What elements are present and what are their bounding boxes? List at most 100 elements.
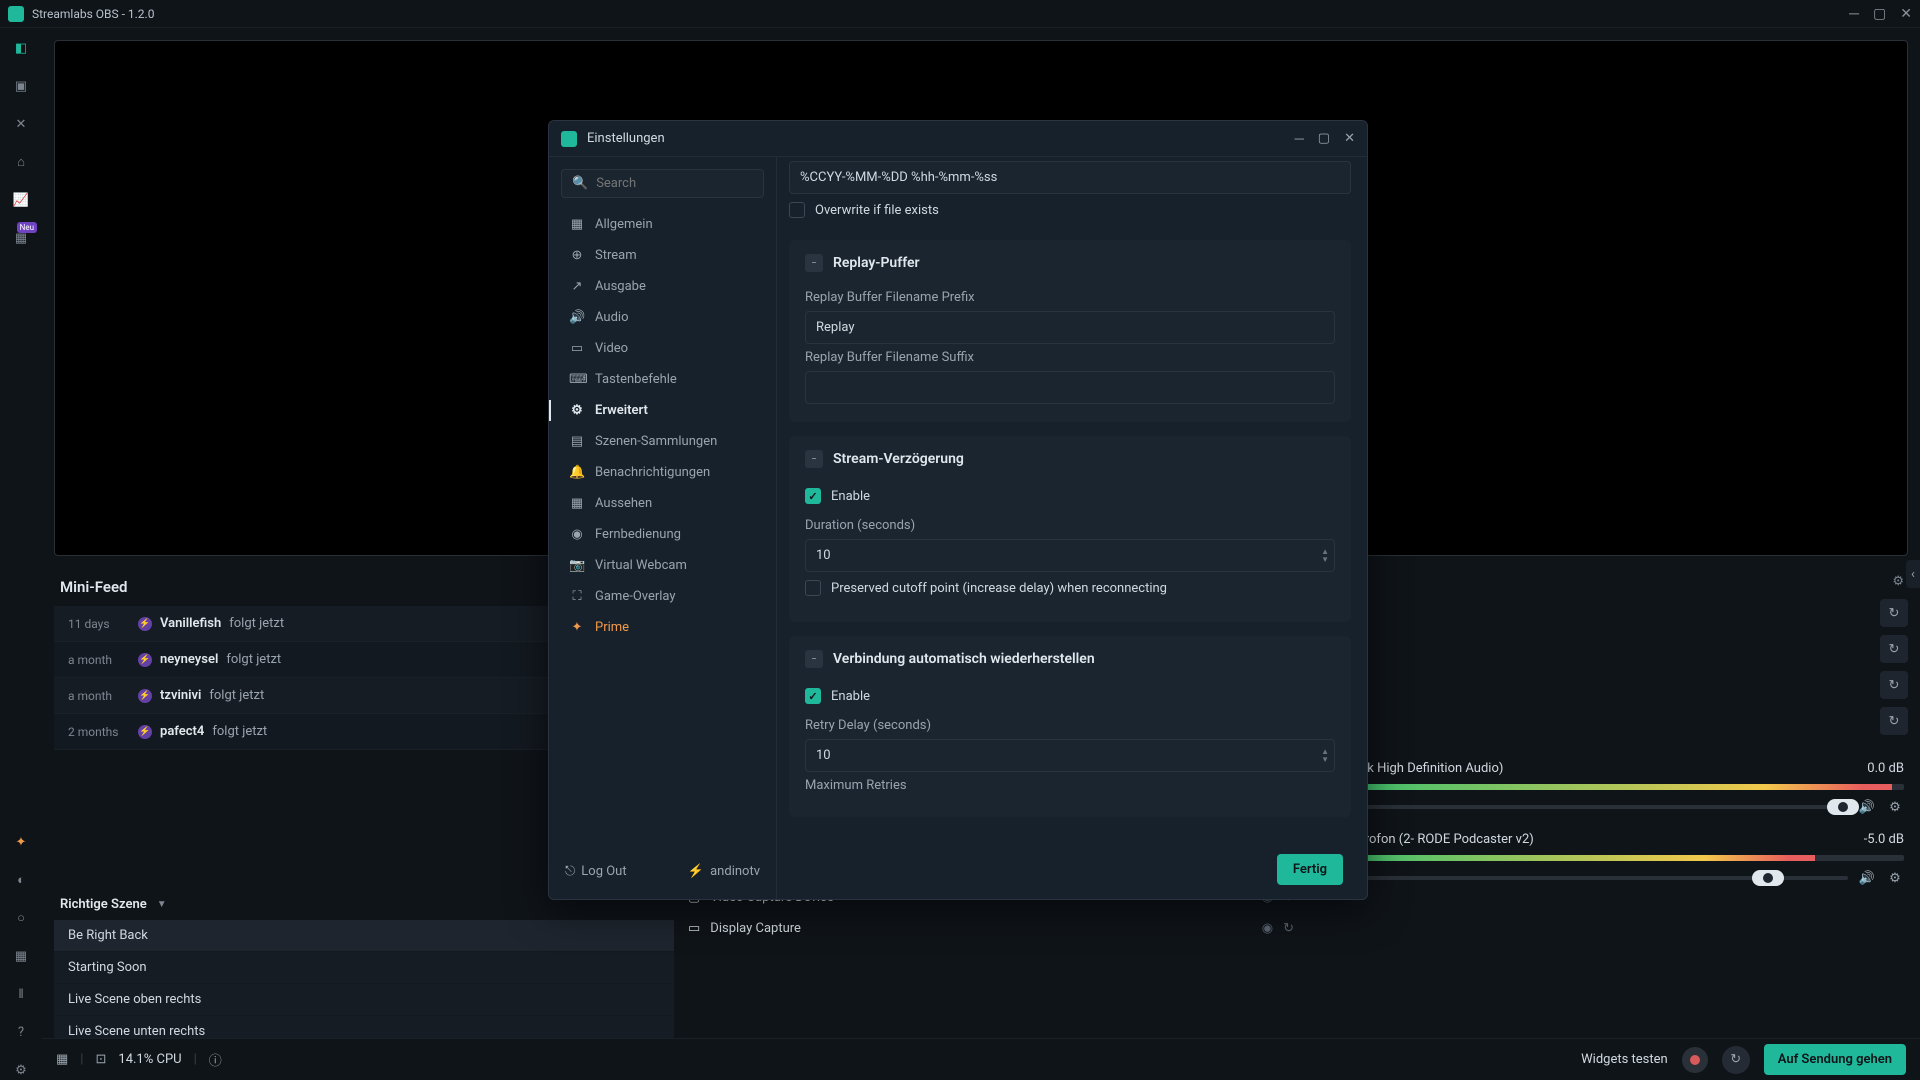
search-input[interactable] <box>596 176 762 191</box>
modal-minimize-button[interactable]: ─ <box>1295 131 1304 147</box>
nav-output[interactable]: ↗Ausgabe <box>561 272 764 301</box>
left-toolbar: ◧ ▣ ✕ ⌂ 📈 ▦Neu ✦ ◐ ○ ▦ ‖ ? ⚙ <box>0 28 42 1080</box>
duration-input[interactable] <box>805 539 1335 572</box>
scenes-title: Richtige Szene <box>60 897 147 912</box>
output-icon: ↗ <box>569 279 585 294</box>
modal-close-button[interactable]: ✕ <box>1344 131 1355 147</box>
prime-icon[interactable]: ✦ <box>11 832 31 852</box>
nav-remote[interactable]: ◉Fernbedienung <box>561 520 764 549</box>
replay-button[interactable]: ↻ <box>1722 1046 1750 1074</box>
twitch-badge-icon: ⚡ <box>688 864 704 879</box>
number-spinner[interactable]: ▲▼ <box>1321 748 1329 764</box>
volume-slider[interactable] <box>1312 876 1848 880</box>
section-collapse-button[interactable]: − <box>805 254 823 272</box>
overwrite-checkbox[interactable] <box>789 202 805 218</box>
replay-suffix-input[interactable] <box>805 371 1335 404</box>
remote-icon: ◉ <box>569 527 585 542</box>
source-item[interactable]: ▭ Display Capture ◉↻ <box>674 913 1308 944</box>
stats-icon[interactable]: ▦ <box>56 1052 68 1067</box>
mute-icon[interactable]: 🔊 <box>1858 798 1876 816</box>
webcam-icon: 📷 <box>569 558 585 573</box>
scene-item[interactable]: Be Right Back <box>54 920 674 952</box>
nav-audio[interactable]: 🔊Audio <box>561 303 764 332</box>
keyboard-icon: ⌨ <box>569 372 585 387</box>
number-spinner[interactable]: ▲▼ <box>1321 548 1329 564</box>
settings-content[interactable]: Overwrite if file exists − Replay-Puffer… <box>777 157 1367 899</box>
replay-prefix-input[interactable] <box>805 311 1335 344</box>
refresh-button[interactable]: ↻ <box>1880 671 1908 699</box>
nav-prime[interactable]: ✦Prime <box>561 613 764 642</box>
dashboard-icon[interactable]: ▦ <box>11 946 31 966</box>
test-widgets-link[interactable]: Widgets testen <box>1581 1052 1668 1067</box>
nav-stream[interactable]: ⊕Stream <box>561 241 764 270</box>
twitch-icon: ⚡ <box>138 689 152 703</box>
nav-virtual-webcam[interactable]: 📷Virtual Webcam <box>561 551 764 580</box>
go-live-button[interactable]: Auf Sendung gehen <box>1764 1044 1906 1075</box>
modal-logo-icon <box>561 131 577 147</box>
themes-tab-icon[interactable]: ✕ <box>11 114 31 134</box>
mixer-settings-icon[interactable]: ⚙ <box>1892 574 1904 589</box>
window-close-button[interactable]: ✕ <box>1900 7 1912 21</box>
scene-item[interactable]: Starting Soon <box>54 952 674 984</box>
vu-meter <box>1312 855 1904 861</box>
nav-game-overlay[interactable]: ⛶Game-Overlay <box>561 582 764 611</box>
stream-delay-enable-checkbox[interactable] <box>805 488 821 504</box>
logout-icon: ⎋ <box>565 864 575 879</box>
visibility-icon[interactable]: ◉ <box>1262 921 1273 936</box>
refresh-button[interactable]: ↻ <box>1880 707 1908 735</box>
collection-icon: ▤ <box>569 434 585 449</box>
window-minimize-button[interactable]: ─ <box>1849 7 1859 21</box>
bell-icon: 🔔 <box>569 465 585 480</box>
username-label: andinotv <box>710 864 760 879</box>
app-title: Streamlabs OBS - 1.2.0 <box>32 7 154 21</box>
window-maximize-button[interactable]: ▢ <box>1873 7 1886 21</box>
info-icon[interactable]: ⓘ <box>209 1050 222 1069</box>
store-tab-icon[interactable]: ⌂ <box>11 152 31 172</box>
search-icon: 🔍 <box>572 176 588 191</box>
stream-delay-title: Stream-Verzögerung <box>833 451 964 467</box>
done-button[interactable]: Fertig <box>1277 854 1343 885</box>
track-settings-icon[interactable]: ⚙ <box>1886 798 1904 816</box>
chat-icon[interactable]: ○ <box>11 908 31 928</box>
stats-icon[interactable]: ‖ <box>11 984 31 1004</box>
twitch-icon: ⚡ <box>138 653 152 667</box>
stream-delay-enable-label: Enable <box>831 489 870 504</box>
track-settings-icon[interactable]: ⚙ <box>1886 869 1904 887</box>
editor-tab-icon[interactable]: ◧ <box>11 38 31 58</box>
vu-meter <box>1312 784 1904 790</box>
reconnect-enable-checkbox[interactable] <box>805 688 821 704</box>
modal-title: Einstellungen <box>587 131 665 146</box>
layouts-tab-icon[interactable]: ▣ <box>11 76 31 96</box>
logout-button[interactable]: ⎋ Log Out <box>565 864 627 879</box>
record-button[interactable] <box>1682 1047 1708 1073</box>
filename-format-input[interactable] <box>789 161 1351 194</box>
analytics-tab-icon[interactable]: 📈 <box>11 190 31 210</box>
nav-scene-collections[interactable]: ▤Szenen-Sammlungen <box>561 427 764 456</box>
max-retries-label: Maximum Retries <box>805 772 1335 799</box>
panel-expand-button[interactable]: ‹ <box>1906 560 1920 588</box>
scene-item[interactable]: Live Scene oben rechts <box>54 984 674 1016</box>
nav-appearance[interactable]: ▦Aussehen <box>561 489 764 518</box>
nav-notifications[interactable]: 🔔Benachrichtigungen <box>561 458 764 487</box>
lock-icon[interactable]: ↻ <box>1283 921 1294 936</box>
apps-tab-icon[interactable]: ▦Neu <box>11 228 31 248</box>
refresh-button[interactable]: ↻ <box>1880 599 1908 627</box>
section-collapse-button[interactable]: − <box>805 650 823 668</box>
modal-maximize-button[interactable]: ▢ <box>1318 131 1330 147</box>
mute-icon[interactable]: 🔊 <box>1858 869 1876 887</box>
globe-icon: ⊕ <box>569 248 585 263</box>
volume-slider[interactable] <box>1312 805 1848 809</box>
scenes-dropdown-icon[interactable]: ▼ <box>157 899 167 910</box>
nav-hotkeys[interactable]: ⌨Tastenbefehle <box>561 365 764 394</box>
section-collapse-button[interactable]: − <box>805 450 823 468</box>
settings-icon[interactable]: ⚙ <box>11 1060 31 1080</box>
nav-video[interactable]: ▭Video <box>561 334 764 363</box>
help-icon[interactable]: ? <box>11 1022 31 1042</box>
retry-delay-input[interactable] <box>805 739 1335 772</box>
refresh-button[interactable]: ↻ <box>1880 635 1908 663</box>
notifications-icon[interactable]: ◐ <box>11 870 31 890</box>
settings-search[interactable]: 🔍 <box>561 169 764 198</box>
nav-advanced[interactable]: ⚙Erweitert <box>561 396 764 425</box>
preserved-cutoff-checkbox[interactable] <box>805 580 821 596</box>
nav-general[interactable]: ▦Allgemein <box>561 210 764 239</box>
